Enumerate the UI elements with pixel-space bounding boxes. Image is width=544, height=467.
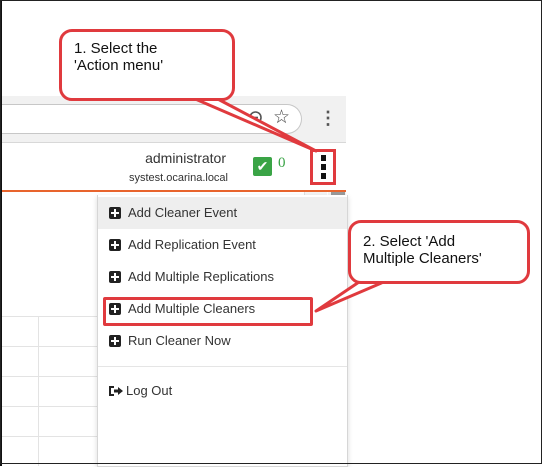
screenshot-frame [0,0,542,464]
